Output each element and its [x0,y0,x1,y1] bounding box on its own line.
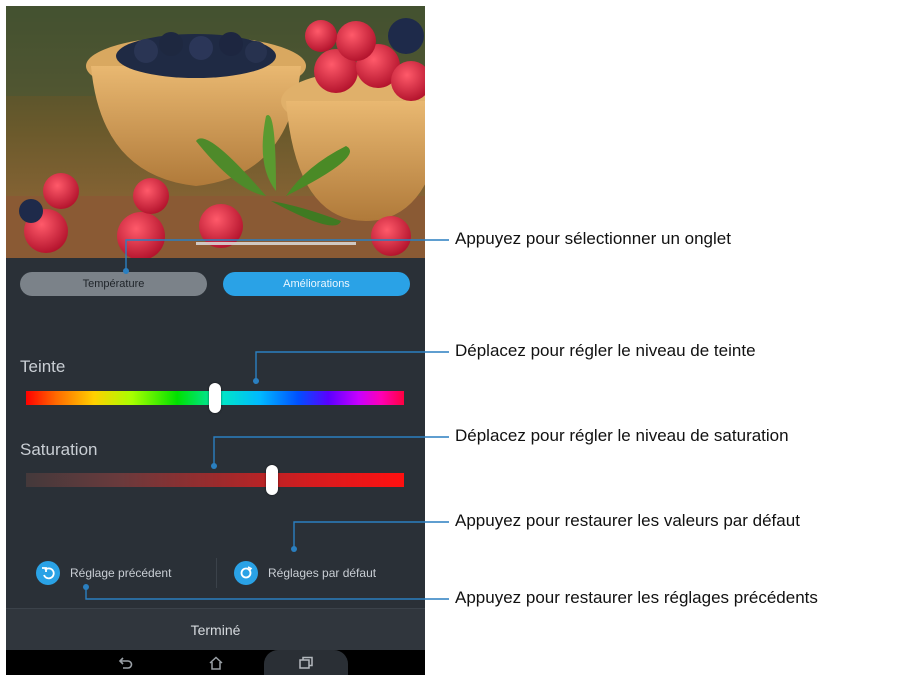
undo-circle-icon [36,561,60,585]
callout-saturation: Déplacez pour régler le niveau de satura… [455,426,789,445]
done-button[interactable]: Terminé [6,608,425,651]
callout-previous: Appuyez pour restaurer les réglages préc… [455,588,818,607]
tab-enhancements[interactable]: Améliorations [223,272,410,296]
previous-setting-label: Réglage précédent [70,566,172,580]
recents-icon[interactable] [264,650,348,675]
back-icon[interactable] [106,650,146,675]
done-label: Terminé [190,622,241,638]
annotated-screenshot: Température Améliorations Teinte Saturat… [0,0,920,675]
saturation-label: Saturation [20,440,98,459]
tab-enhancements-label: Améliorations [283,278,350,290]
photo-preview [6,6,425,258]
callout-tab: Appuyez pour sélectionner un onglet [455,229,731,248]
action-divider [216,558,217,588]
hue-label: Teinte [20,357,66,376]
hue-slider[interactable] [26,383,404,413]
tablet-screen: Température Améliorations Teinte Saturat… [6,6,425,675]
tab-temperature[interactable]: Température [20,272,207,296]
navigation-bar [6,650,425,675]
saturation-slider[interactable] [26,465,404,495]
saturation-slider-thumb[interactable] [265,465,278,495]
home-icon[interactable] [196,650,236,675]
hue-slider-thumb[interactable] [209,383,221,413]
default-settings-button[interactable]: Réglages par défaut [234,560,376,586]
adjustment-panel [6,258,425,608]
callout-hue: Déplacez pour régler le niveau de teinte [455,341,756,360]
refresh-circle-icon [234,561,258,585]
callout-default: Appuyez pour restaurer les valeurs par d… [455,511,800,530]
previous-setting-button[interactable]: Réglage précédent [36,560,171,586]
default-settings-label: Réglages par défaut [268,566,377,580]
tab-temperature-label: Température [82,278,145,290]
